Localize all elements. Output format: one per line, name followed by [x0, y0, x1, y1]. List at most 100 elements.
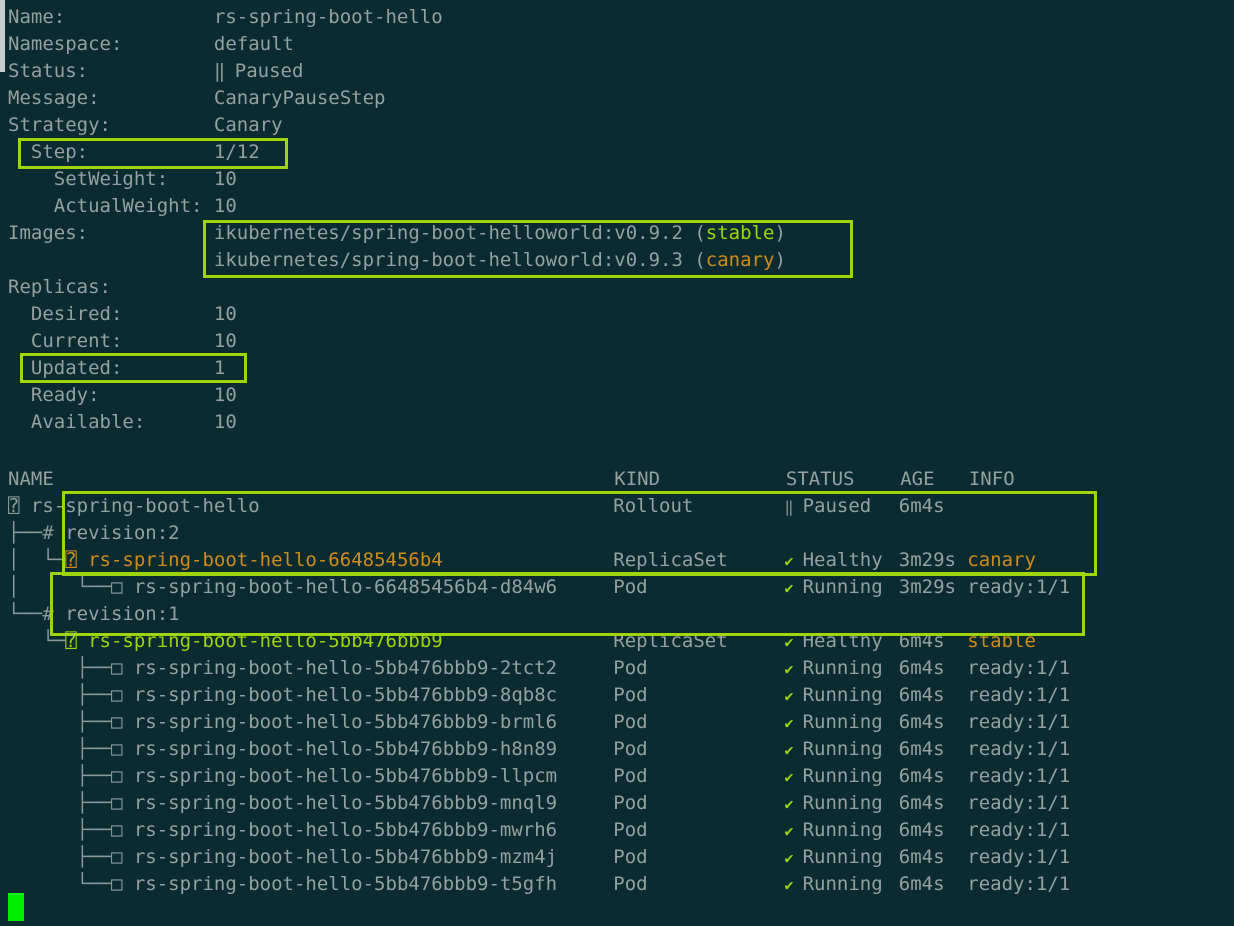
summary-row: SetWeight: 10	[8, 166, 237, 193]
table-row[interactable]: ⍰ rs-spring-boot-hello	[8, 493, 260, 520]
summary-row: Message: CanaryPauseStep	[8, 85, 386, 112]
kind-value: Pod	[613, 684, 648, 706]
scrollbar-track[interactable]	[0, 0, 5, 926]
cell-age: 6m4s	[899, 763, 945, 790]
age-value: 6m4s	[898, 792, 945, 814]
resource-name: rs-spring-boot-hello-66485456b4-d84w6	[133, 576, 558, 598]
pod-icon: □	[110, 846, 134, 868]
terminal-window: Name: rs-spring-boot-hello Namespace: def…	[0, 0, 1234, 926]
cell-info: ready:1/1	[967, 655, 1070, 682]
paren-open: (	[694, 249, 706, 271]
replicas-row-label: Updated:	[8, 357, 214, 379]
summary-value: default	[213, 33, 294, 55]
cell-kind: Pod	[613, 736, 647, 763]
image-tag: stable	[705, 222, 775, 244]
age-value: 6m4s	[898, 657, 945, 679]
cell-status: ✔ Running	[785, 871, 883, 898]
cell-status: ✔ Running	[785, 763, 883, 790]
status-value: Running	[802, 684, 883, 706]
table-row[interactable]: └─⍰ rs-spring-boot-hello-5bb476bbb9	[8, 628, 442, 655]
table-row[interactable]: ├──□ rs-spring-boot-hello-5bb476bbb9-brm…	[8, 709, 557, 736]
age-value: 6m4s	[898, 738, 945, 760]
replicas-row-label: Available:	[8, 411, 214, 433]
resource-name: rs-spring-boot-hello-5bb476bbb9-brml6	[133, 711, 558, 733]
kind-value: Pod	[613, 576, 648, 598]
pod-icon: □	[110, 819, 134, 841]
cell-info: canary	[967, 547, 1036, 574]
revision-icon: #	[42, 522, 66, 544]
status-value: Running	[802, 873, 883, 895]
info-value: ready:1/1	[967, 792, 1071, 814]
summary-label: SetWeight:	[8, 168, 214, 190]
pause-icon: ‖	[784, 498, 803, 516]
summary-label: Name:	[8, 6, 214, 28]
kind-value: Pod	[613, 765, 648, 787]
resource-name: rs-spring-boot-hello-5bb476bbb9-mnql9	[133, 792, 558, 814]
cell-info: ready:1/1	[967, 871, 1070, 898]
replicas-header: Replicas:	[8, 274, 111, 301]
status-value: Running	[802, 819, 883, 841]
summary-value: Paused	[234, 60, 304, 82]
resource-name: revision:2	[65, 522, 180, 544]
replicas-row-label: Desired:	[8, 303, 214, 325]
table-row[interactable]: │ └──□ rs-spring-boot-hello-66485456b4-d…	[8, 574, 557, 601]
pod-icon: □	[110, 765, 134, 787]
cell-status: ✔ Running	[785, 736, 883, 763]
cell-status: ✔ Running	[785, 709, 883, 736]
cell-info: ready:1/1	[967, 736, 1070, 763]
table-row[interactable]: ├──# revision:2	[8, 520, 180, 547]
check-icon: ✔	[784, 741, 803, 759]
table-row[interactable]: └──# revision:1	[8, 601, 180, 628]
summary-label: Strategy:	[8, 114, 214, 136]
resource-name: rs-spring-boot-hello-5bb476bbb9-llpcm	[133, 765, 558, 787]
summary-row: Step: 1/12	[8, 139, 260, 166]
cell-kind: Pod	[613, 682, 647, 709]
table-row[interactable]: ├──□ rs-spring-boot-hello-5bb476bbb9-mwr…	[8, 817, 557, 844]
replicas-row-label: Current:	[8, 330, 214, 352]
summary-value: 1/12	[213, 141, 260, 163]
resource-name: rs-spring-boot-hello-5bb476bbb9-8qb8c	[133, 684, 558, 706]
kind-value: Pod	[613, 792, 648, 814]
resource-name: rs-spring-boot-hello-5bb476bbb9-2tct2	[133, 657, 558, 679]
cell-kind: Pod	[613, 817, 647, 844]
info-value: ready:1/1	[967, 765, 1071, 787]
age-value: 6m4s	[898, 495, 945, 517]
cell-kind: Pod	[613, 763, 647, 790]
replicas-row: Updated: 1	[8, 355, 225, 382]
status-value: Running	[802, 846, 883, 868]
summary-label: Namespace:	[8, 33, 214, 55]
table-row[interactable]: ├──□ rs-spring-boot-hello-5bb476bbb9-h8n…	[8, 736, 557, 763]
replicaset-icon: ⍰	[65, 630, 89, 652]
tree-connector: ├──	[8, 522, 43, 544]
table-row[interactable]: ├──□ rs-spring-boot-hello-5bb476bbb9-mnq…	[8, 790, 557, 817]
info-value: ready:1/1	[967, 846, 1071, 868]
tree-connector: │ └──	[8, 576, 111, 598]
table-row[interactable]: ├──□ rs-spring-boot-hello-5bb476bbb9-mzm…	[8, 844, 557, 871]
info-value: stable	[967, 630, 1036, 652]
scrollbar-thumb[interactable]	[0, 0, 5, 72]
pod-icon: □	[110, 576, 134, 598]
table-row[interactable]: └──□ rs-spring-boot-hello-5bb476bbb9-t5g…	[8, 871, 557, 898]
tree-connector: ├──	[8, 657, 111, 679]
cell-info: ready:1/1	[967, 709, 1070, 736]
image-ref: ikubernetes/spring-boot-helloworld:v0.9.…	[213, 222, 695, 244]
table-row[interactable]: ├──□ rs-spring-boot-hello-5bb476bbb9-llp…	[8, 763, 557, 790]
pod-icon: □	[110, 711, 134, 733]
cell-status: ✔ Running	[785, 817, 883, 844]
status-value: Healthy	[802, 630, 883, 652]
replicas-row-value: 10	[213, 411, 237, 433]
pod-icon: □	[110, 873, 134, 895]
status-value: Paused	[802, 495, 872, 517]
table-row[interactable]: │ └─⍰ rs-spring-boot-hello-66485456b4	[8, 547, 443, 574]
age-value: 3m29s	[898, 549, 956, 571]
tree-connector: ├──	[8, 765, 111, 787]
tree-connector: └──	[8, 603, 43, 625]
age-value: 6m4s	[898, 819, 945, 841]
table-row[interactable]: ├──□ rs-spring-boot-hello-5bb476bbb9-8qb…	[8, 682, 557, 709]
kind-value: Rollout	[613, 495, 694, 517]
check-icon: ✔	[784, 552, 803, 570]
check-icon: ✔	[784, 714, 803, 732]
table-row[interactable]: ├──□ rs-spring-boot-hello-5bb476bbb9-2tc…	[8, 655, 557, 682]
resource-name: rs-spring-boot-hello-5bb476bbb9-mwrh6	[133, 819, 558, 841]
images-label	[8, 249, 214, 271]
